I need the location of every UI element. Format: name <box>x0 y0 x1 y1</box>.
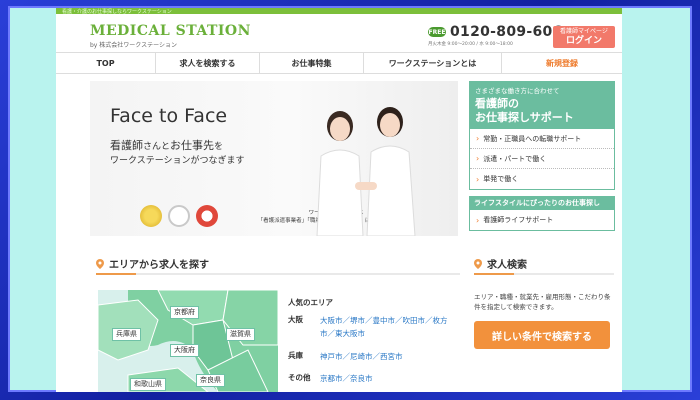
site-logo[interactable]: MEDICAL STATION by 株式会社ワークステーション <box>90 23 251 49</box>
hero-tagline: 看護師さんとお仕事先を ワークステーションがつなぎます <box>110 139 245 166</box>
contact-phone[interactable]: FREE 0120-809-606 月火木金 9:00〜20:00 / 水 9:… <box>428 24 563 47</box>
lifestyle-list: › 看護師ライフサポート <box>469 210 615 231</box>
search-description: エリア・職種・就業先・雇用形態・こだわり条件を指定して検索できます。 <box>474 293 611 311</box>
phone-hours: 月火木金 9:00〜20:00 / 水 9:00〜18:00 <box>428 42 513 47</box>
site-header: MEDICAL STATION by 株式会社ワークステーション FREE 01… <box>56 14 622 52</box>
lifestyle-header: ライフスタイルにぴったりのお仕事探し <box>469 196 615 210</box>
main-nav: TOP 求人を検索する お仕事特集 ワークステーションとは 新規登録 <box>56 52 622 74</box>
chevron-right-icon: › <box>476 215 480 225</box>
nav-register[interactable]: 新規登録 <box>502 53 622 73</box>
support-panel: さまざまな働き方に合わせて 看護師の お仕事探しサポート › 常勤・正職員への転職… <box>469 81 615 231</box>
search-title-underline <box>474 273 614 275</box>
map-label-nara[interactable]: 奈良県 <box>196 374 225 387</box>
web-page: 看護・介護のお仕事探しならワークステーション MEDICAL STATION b… <box>56 8 622 392</box>
lifestyle-item-life-support[interactable]: › 看護師ライフサポート <box>470 210 614 230</box>
area-section-title: エリアから求人を探す <box>96 256 209 271</box>
chevron-right-icon: › <box>476 154 480 163</box>
certified-badge-icon <box>196 205 218 227</box>
hero-banner[interactable]: Face to Face 看護師さんとお仕事先を ワークステーションがつなぎます… <box>90 81 458 236</box>
area-title-underline <box>96 273 460 275</box>
kansai-map[interactable]: 京都府 兵庫県 滋賀県 大阪府 和歌山県 奈良県 <box>98 290 278 392</box>
location-pin-icon <box>474 258 482 269</box>
nav-features[interactable]: お仕事特集 <box>260 53 364 73</box>
login-button[interactable]: 看護師マイページ ログイン <box>553 26 615 48</box>
award-badge-icon <box>140 205 162 227</box>
support-panel-header[interactable]: さまざまな働き方に合わせて 看護師の お仕事探しサポート <box>469 81 615 129</box>
nav-top[interactable]: TOP <box>56 53 156 73</box>
support-item-spot[interactable]: › 単発で働く <box>470 169 614 189</box>
popular-area-row-hyogo: 兵庫 神戸市／尼崎市／西宮市 <box>288 350 450 363</box>
support-item-temp[interactable]: › 派遣・パートで働く <box>470 149 614 169</box>
popular-area-row-other: その他 京都市／奈良市 <box>288 372 450 385</box>
logo-text: MEDICAL STATION <box>90 23 251 39</box>
phone-number: 0120-809-606 <box>450 24 563 40</box>
support-item-fulltime[interactable]: › 常勤・正職員への転職サポート <box>470 129 614 149</box>
seal-badge-icon <box>168 205 190 227</box>
certification-badges <box>140 205 218 227</box>
popular-areas-title: 人気のエリア <box>288 298 333 307</box>
popular-area-links-osaka[interactable]: 大阪市／堺市／豊中市／吹田市／枚方市／東大阪市 <box>320 314 450 340</box>
popular-area-links-hyogo[interactable]: 神戸市／尼崎市／西宮市 <box>320 350 450 363</box>
hero-title: Face to Face <box>110 105 228 127</box>
search-section-title: 求人検索 <box>474 256 527 271</box>
nav-about[interactable]: ワークステーションとは <box>364 53 502 73</box>
nav-job-search[interactable]: 求人を検索する <box>156 53 260 73</box>
map-label-wakayama[interactable]: 和歌山県 <box>130 378 166 391</box>
chevron-right-icon: › <box>476 174 480 184</box>
map-label-osaka[interactable]: 大阪府 <box>170 344 199 357</box>
map-label-shiga[interactable]: 滋賀県 <box>226 328 255 341</box>
popular-area-row-osaka: 大阪 大阪市／堺市／豊中市／吹田市／枚方市／東大阪市 <box>288 314 450 340</box>
logo-subtitle: by 株式会社ワークステーション <box>90 42 177 49</box>
map-label-kyoto[interactable]: 京都府 <box>170 306 199 319</box>
support-list: › 常勤・正職員への転職サポート › 派遣・パートで働く › 単発で働く <box>469 129 615 190</box>
map-label-hyogo[interactable]: 兵庫県 <box>112 328 141 341</box>
login-button-caption: 看護師マイページ <box>560 28 608 35</box>
popular-area-links-other[interactable]: 京都市／奈良市 <box>320 372 450 385</box>
nurses-photo <box>316 107 416 236</box>
login-button-label: ログイン <box>565 36 602 46</box>
detailed-search-button[interactable]: 詳しい条件で検索する <box>474 321 610 349</box>
chevron-right-icon: › <box>476 134 480 143</box>
freedial-icon: FREE <box>428 27 446 37</box>
location-pin-icon <box>96 258 104 269</box>
